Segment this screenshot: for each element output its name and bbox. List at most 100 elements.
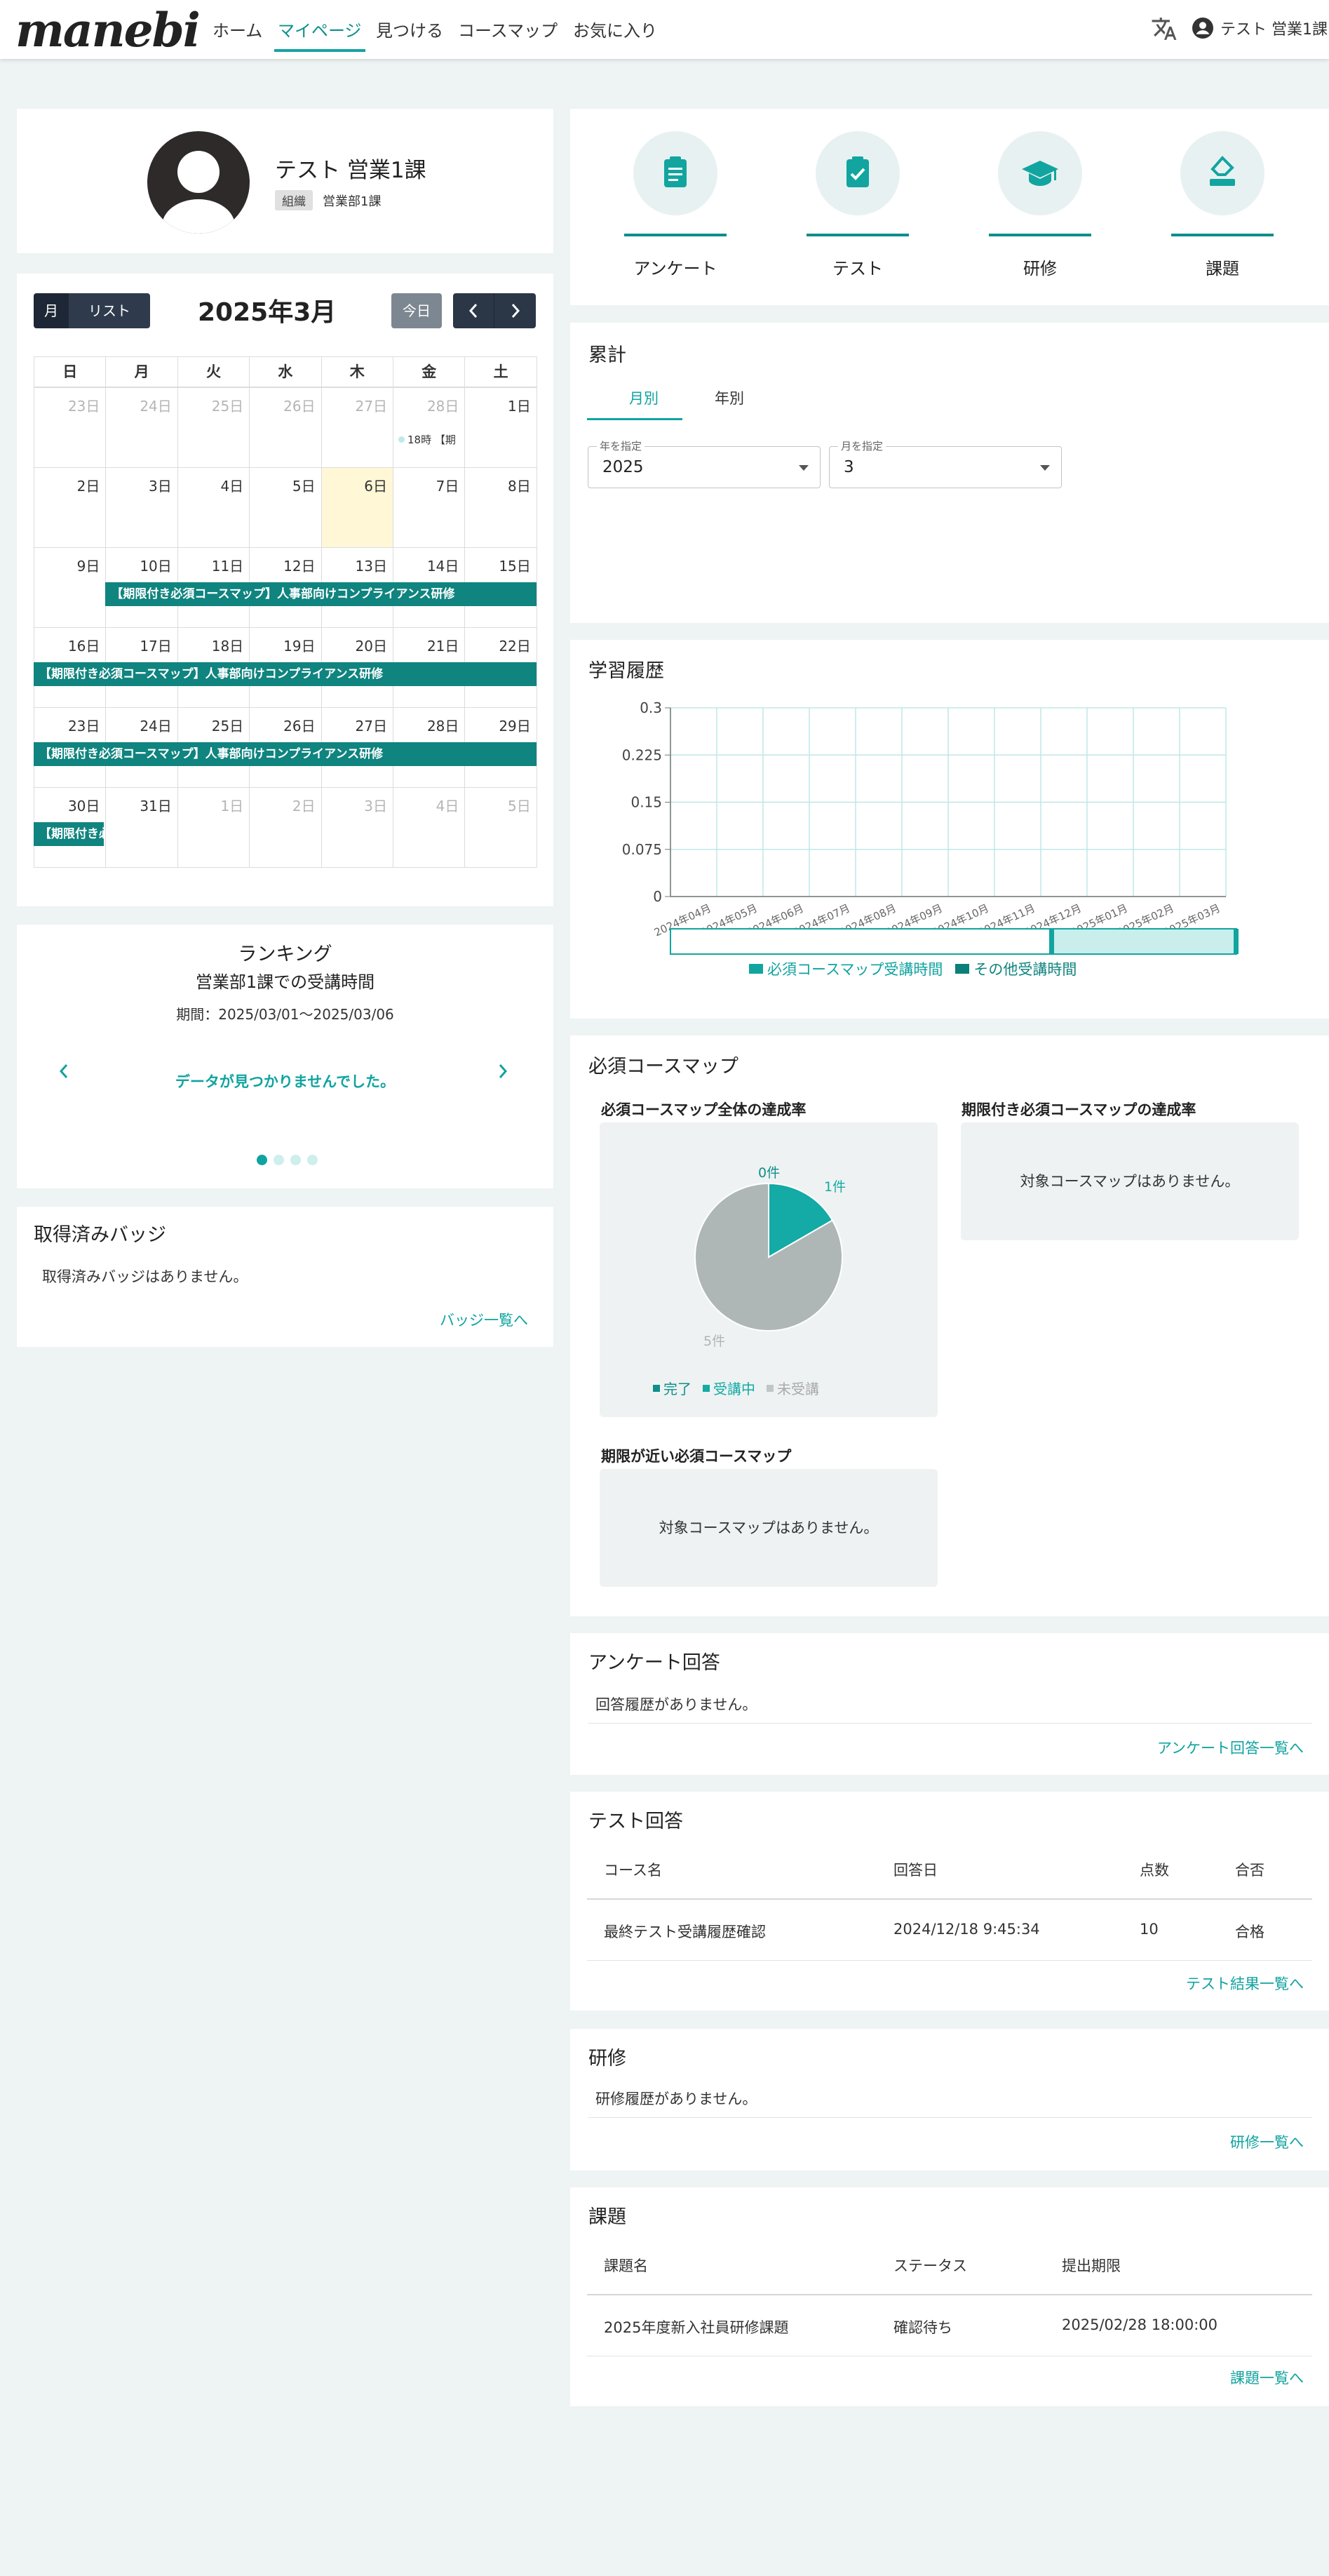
legend-swatch [749,964,763,974]
user-menu[interactable]: テスト 営業1課 [1192,17,1328,39]
survey-title: アンケート回答 [588,1652,720,1674]
day-number: 25日 [211,398,244,415]
assignment-title: 課題 [588,2206,626,2228]
badges-title: 取得済みバッジ [34,1224,166,1246]
tab-monthly[interactable]: 月別 [629,387,659,408]
quick-link-label: 課題 [1206,259,1239,279]
calendar-day-cell[interactable]: 2日 [249,787,322,868]
test-col-course: コース名 [604,1862,662,1879]
training-list-link[interactable]: 研修一覧へ [1230,2131,1304,2152]
calendar-day-cell[interactable]: 2日 [34,467,107,548]
test-list-link[interactable]: テスト結果一覧へ [1186,1973,1304,1994]
year-select[interactable]: 年を指定 2025 [588,438,821,488]
nav-mypage[interactable]: マイページ [278,17,362,41]
ranking-next-icon[interactable] [497,1062,509,1080]
legend-required[interactable]: 必須コースマップ受講時間 [749,958,943,979]
near-deadline-title: 期限が近い必須コースマップ [601,1448,792,1465]
assignment-row-name: 2025年度新入社員研修課題 [604,2319,789,2336]
survey-list-link[interactable]: アンケート回答一覧へ [1157,1737,1304,1758]
translate-icon[interactable] [1151,15,1178,42]
day-number: 23日 [67,398,100,415]
next-month-button[interactable] [494,293,536,328]
assignment-list-link[interactable]: 課題一覧へ [1230,2367,1304,2388]
calendar-day-cell[interactable]: 5日 [464,787,537,868]
quick-link-icon-bg [816,131,900,215]
calendar-day-cell[interactable]: 5日 [249,467,322,548]
legend-complete[interactable]: 完了 [653,1378,692,1398]
quick-link-label: 研修 [1023,259,1057,279]
calendar-event-bar[interactable]: 【期限付き必須コースマップ】人事部向けコンプライアンス研修 [34,742,537,766]
tab-yearly[interactable]: 年別 [715,387,744,408]
view-list-button[interactable]: リスト [69,293,150,328]
calendar-day-cell[interactable]: 31日 [105,787,178,868]
pagination-dot[interactable] [307,1155,318,1165]
day-number: 6日 [364,478,387,495]
required-title: 必須コースマップ [588,1056,738,1078]
y-tick-label: 0.225 [622,746,662,763]
calendar-day-cell[interactable]: 1日 [464,387,537,468]
quick-link-label: テスト [832,259,883,279]
day-number: 26日 [283,398,316,415]
nav-favorites[interactable]: お気に入り [573,17,657,41]
weekday-header: 木 [321,356,393,387]
quick-link-icon-bg [633,131,717,215]
day-number: 25日 [211,718,244,734]
calendar-day-cell[interactable]: 3日 [105,467,178,548]
org-badge: 組織 [275,190,313,210]
event-dot [398,436,405,443]
pagination-dot[interactable] [257,1155,267,1165]
calendar-day-cell[interactable]: 23日 [34,387,107,468]
view-month-button[interactable]: 月 [34,293,69,328]
prev-month-button[interactable] [453,293,494,328]
calendar-day-cell[interactable]: 28日 [393,387,466,468]
test-card: テスト回答 コース名 回答日 点数 合否 最終テスト受講履歴確認 2024/12… [570,1792,1329,2011]
badges-card: 取得済みバッジ 取得済みバッジはありません。 バッジ一覧へ [17,1207,553,1347]
day-number: 18日 [211,638,244,655]
calendar-day-cell[interactable]: 24日 [105,387,178,468]
weekday-header: 金 [393,356,466,387]
calendar-day-cell[interactable]: 7日 [393,467,466,548]
calendar-event-bar[interactable]: 【期限付き必 [34,822,104,846]
graduation-cap-icon [1022,161,1058,186]
calendar-event-bar[interactable]: 【期限付き必須コースマップ】人事部向けコンプライアンス研修 [105,582,537,606]
legend-other[interactable]: その他受講時間 [955,958,1077,979]
day-number: 24日 [140,718,172,734]
nav-home[interactable]: ホーム [212,17,262,41]
calendar-day-cell[interactable]: 25日 [177,387,250,468]
day-number: 1日 [220,798,244,814]
nav-coursemap[interactable]: コースマップ [458,17,558,41]
quick-link-underline [989,234,1091,236]
pagination-dot[interactable] [274,1155,284,1165]
day-number: 30日 [67,798,100,814]
nav-discover[interactable]: 見つける [376,17,443,41]
calendar-day-cell[interactable]: 8日 [464,467,537,548]
assignment-card: 課題 課題名 ステータス 提出期限 2025年度新入社員研修課題 確認待ち 20… [570,2187,1329,2406]
calendar-day-cell[interactable]: 9日 [34,547,107,628]
ranking-empty-message: データが見つかりませんでした。 [175,1073,396,1090]
achievement-pie-chart: 0件 1件 5件 [694,1165,846,1349]
legend-not-started[interactable]: 未受講 [767,1378,819,1398]
pagination-dot[interactable] [290,1155,301,1165]
manebi-logo[interactable]: manebi [15,3,201,58]
calendar-day-cell[interactable]: 27日 [321,387,393,468]
day-number: 7日 [436,478,459,495]
calendar-day-cell[interactable]: 4日 [393,787,466,868]
month-select[interactable]: 月を指定 3 [829,438,1062,488]
calendar-day-cell[interactable]: 3日 [321,787,393,868]
user-name: テスト 営業1課 [1220,21,1328,39]
range-slider-handle [1234,929,1239,954]
today-button[interactable]: 今日 [391,293,442,328]
timed-event[interactable]: 18時 【期 [398,432,495,447]
calendar-event-bar[interactable]: 【期限付き必須コースマップ】人事部向けコンプライアンス研修 [34,662,537,686]
quick-link-underline [807,234,909,236]
calendar-day-cell[interactable]: 6日 [321,467,393,548]
month-nav-group [453,293,536,328]
calendar-day-cell[interactable]: 4日 [177,467,250,548]
caret-down-icon [1040,465,1050,471]
legend-in-progress[interactable]: 受講中 [703,1378,755,1398]
calendar-day-cell[interactable]: 26日 [249,387,322,468]
day-number: 1日 [508,398,531,415]
calendar-day-cell[interactable]: 1日 [177,787,250,868]
badges-list-link[interactable]: バッジ一覧へ [440,1309,528,1330]
y-tick-label: 0.15 [630,794,662,811]
